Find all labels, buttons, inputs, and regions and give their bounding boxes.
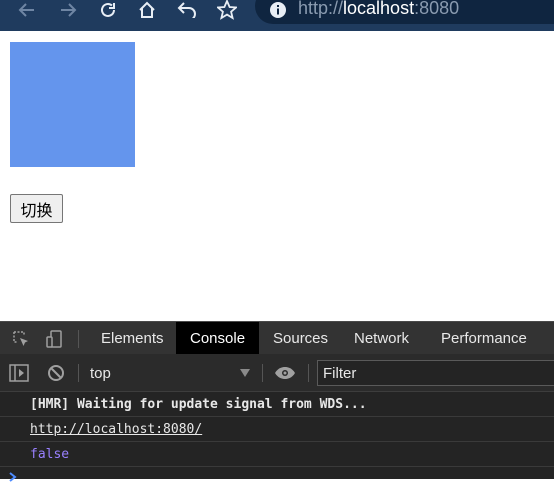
context-value: top xyxy=(90,364,111,382)
tab-console[interactable]: Console xyxy=(176,322,260,354)
console-filter-input[interactable] xyxy=(317,360,554,386)
back-button[interactable] xyxy=(14,0,40,20)
console-toolbar-divider xyxy=(78,364,79,382)
tab-network[interactable]: Network xyxy=(340,322,423,354)
undo-icon xyxy=(177,2,196,18)
tab-sources[interactable]: Sources xyxy=(259,322,342,354)
sidebar-toggle-icon xyxy=(9,364,29,382)
url-port: :8080 xyxy=(414,0,460,18)
inspect-cursor-icon xyxy=(13,331,28,346)
eye-icon xyxy=(275,367,295,379)
toggle-button[interactable]: 切换 xyxy=(10,194,63,223)
devtools-tab-bar: Elements Console Sources Network Perform… xyxy=(0,321,554,354)
live-expression-button[interactable] xyxy=(274,362,296,384)
reload-icon xyxy=(101,2,115,17)
show-sidebar-button[interactable] xyxy=(8,362,30,384)
console-message: false xyxy=(0,442,554,467)
log-text: [HMR] Waiting for update signal from WDS… xyxy=(30,396,367,412)
info-icon xyxy=(270,2,286,18)
console-toolbar-divider-2 xyxy=(262,364,263,382)
console-message: http://localhost:8080/ xyxy=(0,417,554,442)
clear-console-icon xyxy=(48,365,64,381)
dropdown-arrow-icon xyxy=(240,369,250,377)
browser-toolbar: http://localhost:8080 xyxy=(0,0,554,31)
inspect-element-button[interactable] xyxy=(10,328,32,350)
context-selector[interactable]: top xyxy=(82,354,258,392)
reload-button[interactable] xyxy=(95,0,121,20)
toolbar-divider xyxy=(78,330,79,348)
console-toolbar: top xyxy=(0,354,554,392)
clear-console-button[interactable] xyxy=(45,362,67,384)
forward-button[interactable] xyxy=(55,0,81,20)
device-mode-icon xyxy=(46,330,62,348)
url-text[interactable]: http://localhost:8080 xyxy=(298,0,459,19)
blue-square xyxy=(10,42,135,167)
tab-performance[interactable]: Performance xyxy=(427,322,541,354)
home-icon xyxy=(139,1,155,18)
console-prompt-icon[interactable] xyxy=(8,472,20,482)
log-link[interactable]: http://localhost:8080/ xyxy=(30,422,202,437)
tab-elements[interactable]: Elements xyxy=(87,322,178,354)
devtools-panel: Elements Console Sources Network Perform… xyxy=(0,321,554,482)
home-button[interactable] xyxy=(134,0,160,20)
site-info-button[interactable] xyxy=(268,0,288,20)
console-message: [HMR] Waiting for update signal from WDS… xyxy=(0,392,554,417)
forward-arrow-icon xyxy=(61,3,77,17)
url-host: localhost xyxy=(343,0,415,18)
bookmark-button[interactable] xyxy=(214,0,240,20)
undo-button[interactable] xyxy=(174,0,200,20)
star-icon xyxy=(217,0,237,20)
device-toolbar-button[interactable] xyxy=(44,328,66,350)
url-scheme: http:// xyxy=(298,0,344,18)
log-value: false xyxy=(30,446,70,462)
back-arrow-icon xyxy=(18,3,34,17)
console-toolbar-divider-3 xyxy=(308,364,309,382)
